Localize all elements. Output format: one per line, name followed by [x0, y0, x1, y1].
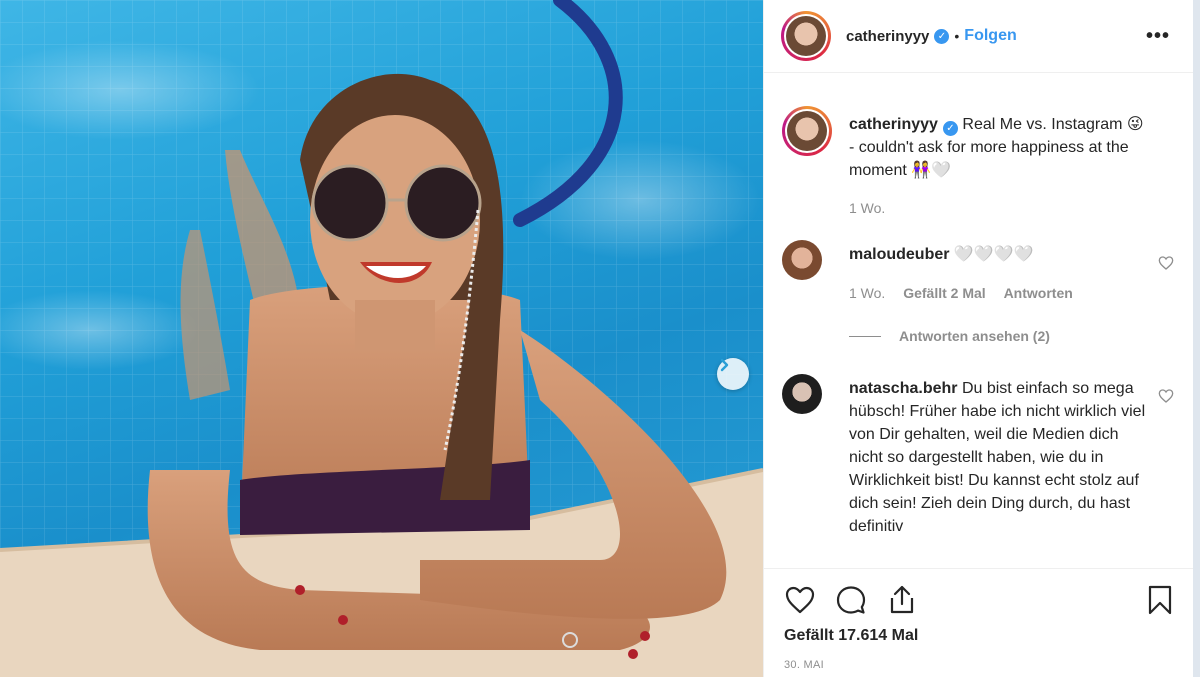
post-actions: Gefällt 17.614 Mal 30. MAI [764, 568, 1194, 677]
comment-text: 🤍🤍🤍🤍 [953, 246, 1034, 263]
view-replies-label: Antworten ansehen (2) [899, 328, 1050, 344]
chevron-right-icon [720, 358, 729, 372]
post-sidebar: catherinyyy ✓ • Folgen ••• catherinyyy ✓ … [763, 0, 1194, 677]
reply-button[interactable]: Antworten [1004, 285, 1073, 301]
separator: • [954, 28, 960, 44]
comment-meta: 1 Wo. Gefällt 2 Mal Antworten [849, 285, 1087, 301]
follow-button[interactable]: Folgen [964, 27, 1016, 45]
replies-divider [849, 335, 881, 337]
author-avatar[interactable] [781, 11, 831, 61]
comment-text: Du bist einfach so mega hübsch! Früher h… [849, 380, 1146, 535]
comment-username[interactable]: maloudeuber [849, 246, 949, 263]
avatar-image [786, 16, 826, 56]
more-options-icon[interactable]: ••• [1146, 25, 1170, 48]
comment-icon[interactable] [835, 584, 867, 616]
like-comment-icon[interactable] [1158, 255, 1174, 271]
comment-likes[interactable]: Gefällt 2 Mal [903, 285, 985, 301]
comment-body: natascha.behr Du bist einfach so mega hü… [849, 377, 1149, 538]
post-photo[interactable] [0, 0, 763, 677]
avatar-image [787, 111, 827, 151]
comment-username[interactable]: natascha.behr [849, 380, 957, 397]
verified-badge-icon: ✓ [942, 121, 958, 136]
next-photo-button[interactable] [717, 358, 749, 390]
caption-time[interactable]: 1 Wo. [849, 200, 885, 216]
author-username[interactable]: catherinyyy [846, 28, 929, 45]
caption-meta: 1 Wo. [849, 200, 899, 216]
commenter-avatar[interactable] [782, 374, 822, 414]
caption-avatar[interactable] [782, 106, 832, 156]
bookmark-icon[interactable] [1144, 584, 1176, 616]
verified-badge-icon: ✓ [934, 28, 950, 44]
comment-body: maloudeuber 🤍🤍🤍🤍 [849, 243, 1149, 266]
heart-icon[interactable] [784, 584, 816, 616]
post-header: catherinyyy ✓ • Folgen ••• [764, 0, 1194, 73]
commenter-avatar[interactable] [782, 240, 822, 280]
share-icon[interactable] [886, 584, 918, 616]
page-edge [1193, 0, 1200, 677]
caption-username[interactable]: catherinyyy [849, 116, 938, 133]
caption-text-block: catherinyyy ✓ Real Me vs. Instagram 😜 - c… [849, 113, 1149, 182]
like-count[interactable]: Gefällt 17.614 Mal [784, 627, 918, 645]
post-date[interactable]: 30. MAI [784, 659, 824, 671]
view-replies-button[interactable]: Antworten ansehen (2) [849, 328, 1050, 344]
photo-illustration [0, 0, 763, 677]
comments-list[interactable]: catherinyyy ✓ Real Me vs. Instagram 😜 - c… [764, 74, 1194, 568]
comment-time[interactable]: 1 Wo. [849, 285, 885, 301]
like-comment-icon[interactable] [1158, 388, 1174, 404]
